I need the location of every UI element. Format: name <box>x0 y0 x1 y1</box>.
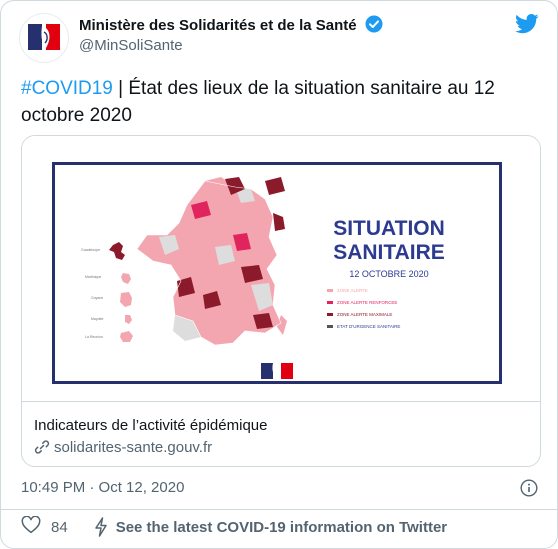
author-name-text[interactable]: Ministère des Solidarités et de la Santé <box>79 17 357 34</box>
card-domain-text[interactable]: solidarites-sante.gouv.fr <box>54 439 212 456</box>
legend-label-urgence: ETAT D’URGENCE SANITAIRE <box>337 324 400 329</box>
marianne-emblem <box>251 361 303 383</box>
overseas-label-martinique: Martinique <box>85 275 101 279</box>
like-button[interactable] <box>21 515 41 538</box>
verified-icon <box>365 15 383 37</box>
heart-icon <box>21 515 41 534</box>
lightning-icon <box>94 517 107 537</box>
link-icon <box>34 440 50 454</box>
legend-swatch-alerte <box>327 289 333 292</box>
poster-headline-situation: SITUATION <box>333 217 445 240</box>
divider <box>1 509 557 510</box>
legend-label-maximale: ZONE ALERTE MAXIMALE <box>337 312 392 317</box>
like-count[interactable]: 84 <box>51 519 68 536</box>
legend-swatch-urgence <box>327 325 333 328</box>
tweet-timestamp[interactable]: 10:49 PM · Oct 12, 2020 <box>21 479 184 496</box>
legend-label-renforcee: ZONE ALERTE RENFORCEE <box>337 300 397 305</box>
marianne-logo <box>28 24 60 50</box>
overseas-label-guyane: Guyane <box>91 296 103 300</box>
france-map <box>136 177 287 346</box>
card-image[interactable]: Guadeloupe Martinique Guyane Mayotte La … <box>22 136 540 402</box>
legend-swatch-maximale <box>327 313 333 316</box>
twitter-bird-icon[interactable] <box>515 13 539 40</box>
covid-info-link[interactable]: See the latest COVID-19 information on T… <box>116 519 447 536</box>
poster-headline-sanitaire: SANITAIRE <box>333 241 445 264</box>
overseas-label-guadeloupe: Guadeloupe <box>81 248 100 252</box>
tweet-card[interactable]: Ministère des Solidarités et de la Santé… <box>0 0 558 549</box>
tweet-actions: 84 See the latest COVID-19 information o… <box>21 515 447 538</box>
overseas-territories: Guadeloupe Martinique Guyane Mayotte La … <box>81 242 133 342</box>
card-title[interactable]: Indicateurs de l’activité épidémique <box>34 417 267 434</box>
tweet-text: #COVID19 | État des lieux de la situatio… <box>21 75 521 129</box>
hashtag-link[interactable]: #COVID19 <box>21 78 113 99</box>
avatar[interactable] <box>19 13 69 63</box>
overseas-label-mayotte: Mayotte <box>91 317 104 321</box>
situation-sanitaire-poster: Guadeloupe Martinique Guyane Mayotte La … <box>52 162 502 384</box>
legend-label-alerte: ZONE ALERTE <box>337 288 368 293</box>
link-card[interactable]: Guadeloupe Martinique Guyane Mayotte La … <box>21 135 541 467</box>
author-name[interactable]: Ministère des Solidarités et de la Santé <box>79 15 383 37</box>
poster-graphic: Guadeloupe Martinique Guyane Mayotte La … <box>81 177 445 383</box>
legend-swatch-renforcee <box>327 301 333 304</box>
poster-date: 12 OCTOBRE 2020 <box>349 269 428 279</box>
poster-legend: ZONE ALERTE ZONE ALERTE RENFORCEE ZONE A… <box>327 288 400 329</box>
info-icon[interactable] <box>520 479 538 502</box>
overseas-label-reunion: La Réunion <box>85 335 103 339</box>
author-handle[interactable]: @MinSoliSante <box>79 37 183 54</box>
card-domain[interactable]: solidarites-sante.gouv.fr <box>34 439 212 456</box>
